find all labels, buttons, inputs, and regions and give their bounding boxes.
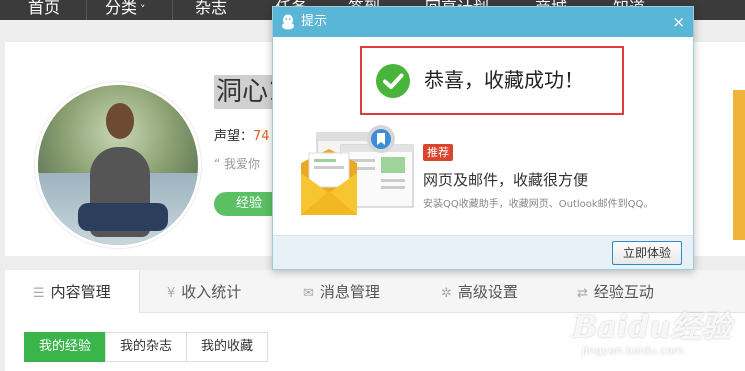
reputation-label: 声望：	[214, 129, 254, 144]
exchange-icon: ⇄	[577, 286, 588, 301]
dialog-footer: 立即体验	[273, 235, 693, 269]
favorite-success-dialog: 提示 × 恭喜，收藏成功！ 推荐 网页及邮件，收藏很方便 安装QQ收藏助手，收藏…	[272, 6, 694, 270]
tab-advanced-settings[interactable]: ✲ 高级设置	[441, 270, 518, 312]
success-message: 恭喜，收藏成功！	[424, 68, 584, 92]
gear-icon: ✲	[441, 286, 452, 301]
nav-item-category[interactable]: 分类 ˅	[105, 0, 146, 20]
dialog-title: 提示	[301, 14, 328, 29]
subtab-my-experience[interactable]: 我的经验	[24, 332, 107, 362]
nav-item-home[interactable]: 首页	[28, 0, 60, 20]
baidu-watermark: Baidu经验 jingyan.baidu.com	[572, 302, 731, 357]
avatar-head	[106, 103, 134, 139]
check-icon	[376, 64, 410, 98]
try-now-button[interactable]: 立即体验	[611, 241, 682, 265]
watermark-main: Baidu经验	[572, 310, 731, 345]
mail-icon: ✉	[303, 286, 314, 301]
tab-label: 内容管理	[50, 283, 111, 301]
nav-separator	[86, 0, 87, 20]
nav-item-magazine[interactable]: 杂志	[195, 0, 227, 20]
avatar-legs	[78, 203, 168, 231]
tab-label: 经验互动	[593, 283, 654, 301]
subtab-group: 我的经验 我的杂志 我的收藏	[24, 332, 269, 362]
tab-message-management[interactable]: ✉ 消息管理	[303, 270, 380, 312]
tab-content-management[interactable]: ☰ 内容管理	[5, 270, 140, 313]
nav-item-category-label: 分类	[105, 0, 138, 17]
yen-icon: ¥	[167, 286, 176, 301]
avatar[interactable]	[35, 82, 201, 248]
promo-description: 安装QQ收藏助手，收藏网页、Outlook邮件到QQ。	[423, 199, 654, 210]
user-quote: “ 我爱你	[214, 157, 261, 171]
subtab-my-favorites[interactable]: 我的收藏	[186, 332, 269, 362]
tab-label: 收入统计	[181, 283, 242, 301]
reputation: 声望：74	[214, 125, 270, 144]
reputation-value: 74	[253, 129, 270, 144]
favorites-illustration-icon	[301, 125, 414, 215]
qq-penguin-icon	[282, 14, 294, 30]
success-message-box: 恭喜，收藏成功！	[360, 46, 624, 115]
close-icon[interactable]: ×	[672, 7, 685, 37]
tab-income-stats[interactable]: ¥ 收入统计	[167, 270, 241, 312]
side-banner[interactable]	[733, 90, 745, 240]
subtab-my-magazine[interactable]: 我的杂志	[105, 332, 188, 362]
promo-title: 网页及邮件，收藏很方便	[423, 171, 589, 189]
recommend-badge: 推荐	[423, 144, 453, 161]
tab-label: 高级设置	[457, 283, 518, 301]
chevron-down-icon: ˅	[140, 3, 146, 16]
list-icon: ☰	[33, 286, 45, 301]
nav-separator	[172, 0, 173, 20]
tab-label: 消息管理	[319, 283, 380, 301]
dialog-header: 提示 ×	[273, 7, 693, 37]
